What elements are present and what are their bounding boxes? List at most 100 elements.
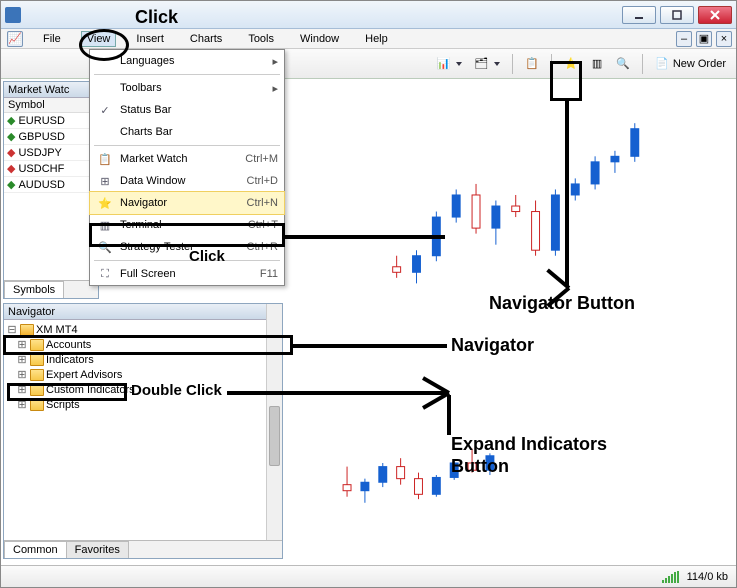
menu-item-label: Status Bar <box>120 104 278 116</box>
shortcut-label: Ctrl+N <box>247 197 278 209</box>
view-menu-terminal[interactable]: ▥TerminalCtrl+T <box>90 214 284 236</box>
direction-icon: ◆ <box>7 178 15 191</box>
nav-item-label: Expert Advisors <box>46 369 122 381</box>
menu-view[interactable]: View <box>81 31 117 47</box>
nav-item-custom-indicators[interactable]: ⊞ Custom Indicators <box>6 382 280 397</box>
nav-item-scripts[interactable]: ⊞ Scripts <box>6 397 280 412</box>
minimize-button[interactable] <box>622 6 656 24</box>
market-watch-header[interactable]: Market Watc <box>4 82 98 98</box>
view-menu-navigator[interactable]: ⭐ Navigator Ctrl+N <box>90 192 284 214</box>
navigator-header[interactable]: Navigator × <box>4 304 282 320</box>
navigator-title: Navigator <box>8 306 55 318</box>
nav-root[interactable]: ⊟XM MT4 <box>6 322 280 337</box>
view-menu-strategy-tester[interactable]: 🔍Strategy TesterCtrl+R <box>90 236 284 258</box>
fs-icon: ⛶ <box>96 268 114 281</box>
menu-tools[interactable]: Tools <box>242 31 280 47</box>
market-watch-button[interactable]: 📋 <box>521 53 543 75</box>
new-order-button[interactable]: 📄 New Order <box>651 53 730 75</box>
menu-item-label: Terminal <box>120 219 242 231</box>
nav-item-accounts[interactable]: ⊞Accounts <box>6 337 280 352</box>
menu-item-label: Strategy Tester <box>120 241 241 253</box>
folder-icon <box>30 339 44 351</box>
view-menu-market-watch[interactable]: 📋 Market Watch Ctrl+M <box>90 148 284 170</box>
symbol-label: USDCHF <box>18 163 64 175</box>
mdi-restore-button[interactable]: ▣ <box>696 31 712 47</box>
new-chart-button[interactable]: 📊 <box>432 53 466 75</box>
tester-button[interactable]: 🔍 <box>612 53 634 75</box>
direction-icon: ◆ <box>7 114 15 127</box>
market-watch-row[interactable]: ◆AUDUSD <box>4 177 98 193</box>
market-watch-column[interactable]: Symbol <box>4 98 98 113</box>
expand-icon[interactable]: ⊞ <box>16 353 28 366</box>
shortcut-label: Ctrl+R <box>247 241 278 253</box>
menu-charts[interactable]: Charts <box>184 31 228 47</box>
profiles-button[interactable]: 🗂 <box>470 53 504 75</box>
view-menu-full-screen[interactable]: ⛶ Full Screen F11 <box>90 263 284 285</box>
connection-bars-icon <box>662 571 679 583</box>
market-watch-icon: 📋 <box>525 57 539 70</box>
navigator-icon: ⭐ <box>564 57 578 70</box>
menu-file[interactable]: File <box>37 31 67 47</box>
shortcut-label: Ctrl+T <box>248 219 278 231</box>
expand-icon[interactable]: ⊞ <box>16 383 28 396</box>
menu-item-label: Charts Bar <box>120 126 278 138</box>
new-order-label: New Order <box>673 58 726 70</box>
market-watch-tab-symbols[interactable]: Symbols <box>4 281 64 298</box>
menu-window[interactable]: Window <box>294 31 345 47</box>
folder-icon <box>30 399 44 411</box>
menu-insert[interactable]: Insert <box>130 31 170 47</box>
market-watch-row[interactable]: ◆GBPUSD <box>4 129 98 145</box>
view-menu-toolbars[interactable]: Toolbars <box>90 77 284 99</box>
symbol-label: USDJPY <box>18 147 61 159</box>
nav-root-label: XM MT4 <box>36 324 78 336</box>
nav-icon: ⭐ <box>96 197 114 210</box>
shortcut-label: F11 <box>260 268 278 280</box>
menu-item-label: Navigator <box>120 197 241 209</box>
navigator-scrollbar[interactable] <box>266 304 282 558</box>
symbol-label: GBPUSD <box>18 131 64 143</box>
nav-item-indicators[interactable]: ⊞Indicators <box>6 352 280 367</box>
navigator-tab-favorites[interactable]: Favorites <box>66 541 129 558</box>
view-menu-status-bar[interactable]: ✓Status Bar <box>90 99 284 121</box>
expand-icon[interactable]: ⊞ <box>16 338 28 351</box>
nav-item-label: Scripts <box>46 399 80 411</box>
view-menu-charts-bar[interactable]: Charts Bar <box>90 121 284 143</box>
terminal-icon: ▥ <box>592 57 602 70</box>
status-kb: 114/0 kb <box>687 571 728 583</box>
market-watch-row[interactable]: ◆USDCHF <box>4 161 98 177</box>
app-menu-icon[interactable]: 📈 <box>7 31 23 47</box>
navigator-tab-common[interactable]: Common <box>4 541 67 558</box>
market-watch-row[interactable]: ◆USDJPY <box>4 145 98 161</box>
view-menu-languages[interactable]: Languages <box>90 50 284 72</box>
shortcut-label: Ctrl+M <box>245 153 278 165</box>
direction-icon: ◆ <box>7 162 15 175</box>
market-watch-row[interactable]: ◆EURUSD <box>4 113 98 129</box>
menu-item-label: Market Watch <box>120 153 239 165</box>
title-bar <box>1 1 736 29</box>
folder-icon <box>30 354 44 366</box>
maximize-button[interactable] <box>660 6 694 24</box>
folder-icon <box>30 369 44 381</box>
market-watch-panel: Market Watc Symbol ◆EURUSD◆GBPUSD◆USDJPY… <box>3 81 99 299</box>
mw-icon: 📋 <box>96 153 114 166</box>
mdi-minimize-button[interactable]: – <box>676 31 692 47</box>
view-menu-data-window[interactable]: ⊞Data WindowCtrl+D <box>90 170 284 192</box>
chart-plus-icon: 📊 <box>436 57 450 70</box>
navigator-panel: Navigator × ⊟XM MT4 ⊞Accounts⊞Indicators… <box>3 303 283 559</box>
navigator-button[interactable]: ⭐ <box>560 53 582 75</box>
menu-help[interactable]: Help <box>359 31 394 47</box>
order-icon: 📄 <box>655 57 669 70</box>
mdi-close-button[interactable]: × <box>716 31 732 47</box>
nav-item-expert-advisors[interactable]: ⊞ Expert Advisors <box>6 367 280 382</box>
expand-icon[interactable]: ⊞ <box>16 368 28 381</box>
expand-icon[interactable]: ⊞ <box>16 398 28 411</box>
view-dropdown: Languages Toolbars✓Status Bar Charts Bar 📋 M… <box>89 49 285 286</box>
close-button[interactable] <box>698 6 732 24</box>
terminal-button[interactable]: ▥ <box>586 53 608 75</box>
symbol-label: AUDUSD <box>18 179 64 191</box>
nav-item-label: Custom Indicators <box>46 384 135 396</box>
menu-item-label: Full Screen <box>120 268 254 280</box>
tester-icon: 🔍 <box>616 57 630 70</box>
folder-icon <box>30 384 44 396</box>
dw-icon: ⊞ <box>96 175 114 188</box>
